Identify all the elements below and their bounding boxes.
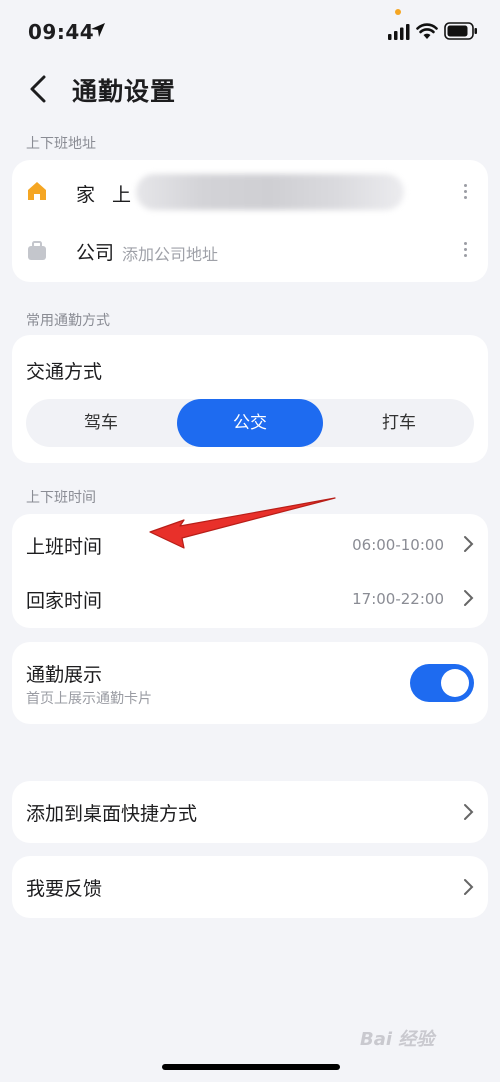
commute-display-subtitle: 首页上展示通勤卡片 — [26, 691, 152, 707]
home-label: 家 — [76, 184, 96, 206]
home-address-value: 上 — [112, 184, 132, 206]
company-address-row[interactable]: 公司 添加公司地址 — [12, 222, 488, 282]
home-more-icon[interactable] — [462, 184, 468, 202]
company-address-placeholder: 添加公司地址 — [122, 245, 219, 264]
status-bar: 09:44 — [0, 0, 500, 62]
back-arrow-icon[interactable] — [26, 74, 50, 104]
section-label-time: 上下班时间 — [26, 490, 96, 506]
transport-mode-title: 交通方式 — [26, 361, 103, 383]
blurred-address — [136, 174, 404, 210]
chevron-right-icon — [464, 590, 474, 606]
cellular-signal-icon — [388, 24, 410, 40]
toggle-knob — [441, 669, 469, 697]
location-arrow-icon — [91, 23, 105, 37]
section-label-commute: 常用通勤方式 — [26, 313, 110, 329]
feedback-label: 我要反馈 — [26, 878, 103, 900]
option-taxi[interactable]: 打车 — [324, 399, 474, 447]
privacy-indicator-dot — [395, 9, 401, 15]
work-time-row[interactable]: 上班时间 06:00-10:00 — [12, 514, 488, 572]
work-time-value: 06:00-10:00 — [352, 536, 444, 554]
home-address-row[interactable]: 家 上 — [12, 160, 488, 222]
work-time-label: 上班时间 — [26, 536, 103, 558]
battery-icon — [444, 22, 477, 40]
page-header: 通勤设置 — [0, 62, 500, 118]
commute-display-card: 通勤展示 首页上展示通勤卡片 — [12, 642, 488, 724]
section-label-address: 上下班地址 — [26, 136, 96, 152]
home-time-value: 17:00-22:00 — [352, 590, 444, 608]
option-bus[interactable]: 公交 — [177, 399, 323, 447]
briefcase-icon — [28, 241, 46, 260]
home-time-label: 回家时间 — [26, 590, 103, 612]
address-card: 家 上 公司 添加公司地址 — [12, 160, 488, 282]
wifi-icon — [416, 23, 438, 39]
option-drive[interactable]: 驾车 — [26, 399, 176, 447]
company-label: 公司 — [76, 242, 115, 264]
commute-method-card: 交通方式 驾车 公交 打车 — [12, 335, 488, 463]
add-shortcut-label: 添加到桌面快捷方式 — [26, 803, 198, 825]
feedback-row[interactable]: 我要反馈 — [12, 856, 488, 918]
commute-display-toggle[interactable] — [410, 664, 474, 702]
transport-mode-segmented-control: 驾车 公交 打车 — [26, 399, 474, 447]
chevron-right-icon — [464, 536, 474, 552]
chevron-right-icon — [464, 879, 474, 895]
company-more-icon[interactable] — [462, 242, 468, 260]
commute-time-card: 上班时间 06:00-10:00 回家时间 17:00-22:00 — [12, 514, 488, 628]
page-title: 通勤设置 — [72, 77, 177, 106]
status-time: 09:44 — [28, 20, 95, 44]
home-indicator — [162, 1064, 340, 1070]
home-icon — [28, 182, 46, 200]
baidu-watermark: Bai 经验 — [360, 1029, 435, 1050]
home-time-row[interactable]: 回家时间 17:00-22:00 — [12, 572, 488, 628]
add-shortcut-row[interactable]: 添加到桌面快捷方式 — [12, 781, 488, 843]
commute-display-title: 通勤展示 — [26, 664, 103, 686]
chevron-right-icon — [464, 804, 474, 820]
